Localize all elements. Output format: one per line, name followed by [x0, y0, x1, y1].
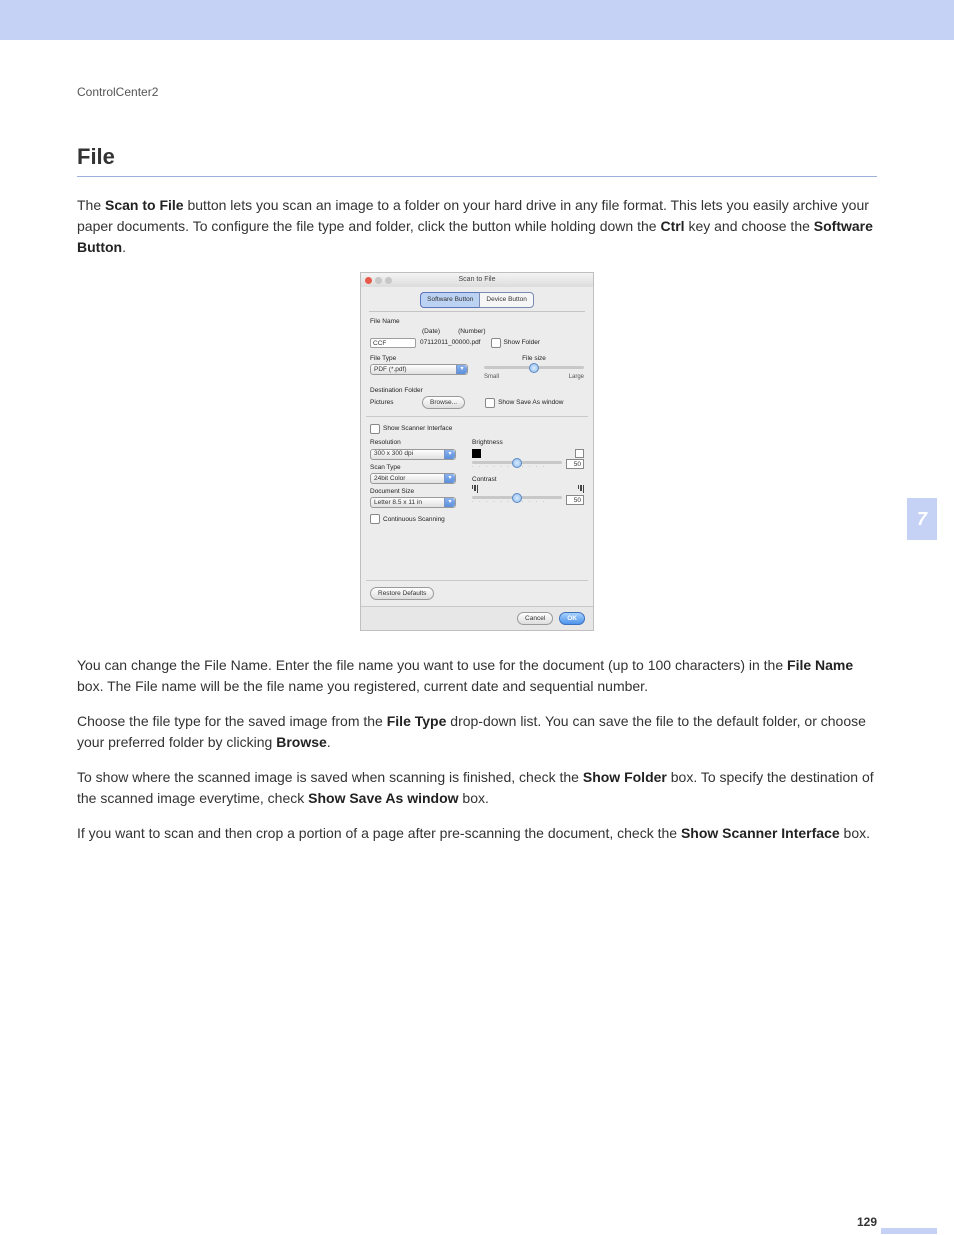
show-save-as-checkbox[interactable] [485, 398, 495, 408]
bold-file-type: File Type [387, 713, 447, 729]
resolution-label: Resolution [370, 438, 460, 447]
traffic-lights [365, 277, 392, 284]
tab-device-button[interactable]: Device Button [479, 292, 533, 307]
continuous-scanning-label: Continuous Scanning [383, 515, 445, 524]
close-icon[interactable] [365, 277, 372, 284]
chevron-updown-icon: ▾ [444, 450, 455, 459]
browse-button[interactable]: Browse... [422, 396, 465, 409]
show-scanner-interface-label: Show Scanner Interface [383, 424, 452, 433]
destination-folder-label: Destination Folder [370, 386, 584, 395]
bold-ctrl: Ctrl [660, 218, 684, 234]
brightness-light-icon [575, 449, 584, 458]
show-save-as-label: Show Save As window [498, 398, 563, 407]
tab-row: Software Button Device Button [361, 287, 593, 310]
chapter-tab: 7 [907, 498, 937, 540]
paragraph-file-type: Choose the file type for the saved image… [77, 711, 877, 753]
page-number-accent [881, 1228, 937, 1234]
dialog-footer: Cancel OK [361, 606, 593, 630]
show-folder-label: Show Folder [504, 338, 541, 347]
bold-file-name: File Name [787, 657, 853, 673]
paragraph-show-folder: To show where the scanned image is saved… [77, 767, 877, 809]
tab-software-button[interactable]: Software Button [420, 292, 479, 307]
text: box. [840, 825, 870, 841]
scan-type-label: Scan Type [370, 463, 460, 472]
paragraph-file-name: You can change the File Name. Enter the … [77, 655, 877, 697]
bold-show-folder: Show Folder [583, 769, 667, 785]
text: box. [459, 790, 489, 806]
text: key and choose the [685, 218, 814, 234]
text: box. The File name will be the file name… [77, 678, 648, 694]
window-titlebar: Scan to File [361, 273, 593, 287]
brightness-label: Brightness [472, 438, 584, 447]
contrast-value[interactable]: 50 [566, 495, 584, 505]
text: . [327, 734, 331, 750]
bold-show-scanner-interface: Show Scanner Interface [681, 825, 840, 841]
minimize-icon[interactable] [375, 277, 382, 284]
file-type-select[interactable]: PDF (*.pdf) ▾ [370, 364, 468, 375]
small-label: Small [484, 373, 499, 382]
file-name-label: File Name [370, 317, 584, 326]
destination-folder-value: Pictures [370, 398, 416, 407]
bold-show-save-as: Show Save As window [308, 790, 458, 806]
contrast-label: Contrast [472, 475, 584, 484]
brightness-slider[interactable] [472, 461, 562, 464]
chevron-updown-icon: ▾ [444, 474, 455, 483]
cancel-button[interactable]: Cancel [517, 612, 553, 625]
text: If you want to scan and then crop a port… [77, 825, 681, 841]
paragraph-scanner-interface: If you want to scan and then crop a port… [77, 823, 877, 844]
chevron-updown-icon: ▾ [444, 498, 455, 507]
text: To show where the scanned image is saved… [77, 769, 583, 785]
resolution-value: 300 x 300 dpi [374, 449, 413, 458]
page-top-bar [0, 0, 954, 40]
contrast-slider[interactable] [472, 496, 562, 499]
text: You can change the File Name. Enter the … [77, 657, 787, 673]
document-size-select[interactable]: Letter 8.5 x 11 in ▾ [370, 497, 456, 508]
bold-browse: Browse [276, 734, 327, 750]
file-name-input[interactable]: CCF [370, 338, 416, 348]
brightness-value[interactable]: 50 [566, 459, 584, 469]
text: The [77, 197, 105, 213]
date-label: (Date) [422, 327, 440, 336]
section-title: File [77, 141, 877, 177]
zoom-icon[interactable] [385, 277, 392, 284]
bold-scan-to-file: Scan to File [105, 197, 184, 213]
restore-defaults-button[interactable]: Restore Defaults [370, 587, 434, 600]
slider-thumb[interactable] [529, 363, 539, 373]
contrast-low-icon [472, 485, 478, 493]
text: Choose the file type for the saved image… [77, 713, 387, 729]
generated-filename: 07112011_00000.pdf [420, 338, 481, 347]
show-folder-checkbox[interactable] [491, 338, 501, 348]
document-size-value: Letter 8.5 x 11 in [374, 498, 422, 507]
file-type-label: File Type [370, 354, 484, 363]
large-label: Large [569, 373, 584, 382]
slider-thumb[interactable] [512, 493, 522, 503]
text: . [122, 239, 126, 255]
continuous-scanning-checkbox[interactable] [370, 514, 380, 524]
document-size-label: Document Size [370, 487, 460, 496]
show-scanner-interface-checkbox[interactable] [370, 424, 380, 434]
resolution-select[interactable]: 300 x 300 dpi ▾ [370, 449, 456, 460]
file-type-value: PDF (*.pdf) [374, 365, 407, 374]
chevron-updown-icon: ▾ [456, 365, 467, 374]
number-label: (Number) [458, 327, 485, 336]
screenshot-scan-to-file-dialog: Scan to File Software Button Device Butt… [360, 272, 594, 631]
brightness-dark-icon [472, 449, 481, 458]
window-title: Scan to File [361, 275, 593, 285]
file-size-label: File size [484, 354, 584, 363]
ok-button[interactable]: OK [559, 612, 585, 625]
scan-type-select[interactable]: 24bit Color ▾ [370, 473, 456, 484]
contrast-high-icon [578, 485, 584, 493]
slider-thumb[interactable] [512, 458, 522, 468]
scan-type-value: 24bit Color [374, 474, 405, 483]
page-number: 129 [857, 1214, 877, 1231]
intro-paragraph: The Scan to File button lets you scan an… [77, 195, 877, 258]
file-size-slider[interactable] [484, 366, 584, 369]
breadcrumb: ControlCenter2 [77, 84, 877, 101]
